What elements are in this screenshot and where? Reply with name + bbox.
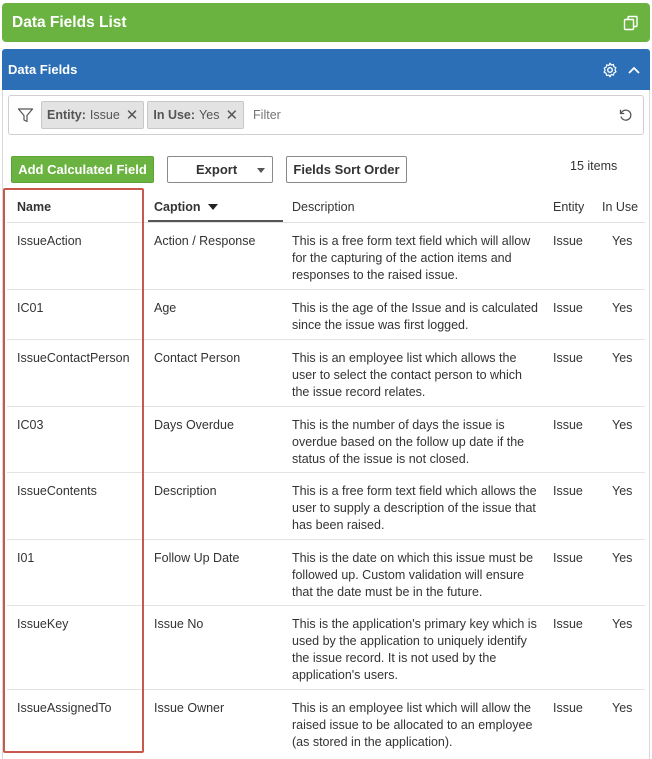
caption-cell: Days Overdue (154, 418, 234, 432)
description-cell: This is an employee list which allows th… (292, 351, 522, 399)
items-count: 15 items (570, 159, 618, 173)
caption-cell: Issue Owner (154, 701, 225, 715)
description-cell: This is a free form text field which wil… (292, 234, 531, 282)
panel-header: Data Fields (2, 49, 650, 90)
export-label: Export (196, 162, 238, 177)
description-cell: This is a free form text field which all… (292, 484, 537, 532)
table-row[interactable]: IssueContactPerson Contact Person This is … (7, 340, 645, 407)
reset-icon[interactable] (617, 106, 635, 124)
caption-cell: Age (154, 301, 177, 315)
page-title: Data Fields List (12, 13, 127, 31)
add-calculated-field-button[interactable]: Add Calculated Field (11, 156, 154, 183)
description-cell: This is the number of days the issue is … (292, 418, 525, 466)
close-icon[interactable]: ✕ (225, 108, 238, 123)
in-use-cell: Yes (612, 484, 633, 498)
column-header-name[interactable]: Name (17, 191, 51, 223)
in-use-cell: Yes (612, 551, 633, 565)
filter-icon[interactable] (17, 106, 35, 124)
description-cell: This is the date on which this issue mus… (292, 551, 534, 599)
chip-value: Yes (199, 108, 220, 122)
table-row[interactable]: I01 Follow Up Date This is the date on whi… (7, 540, 645, 606)
chip-key: Entity: (47, 108, 86, 122)
in-use-cell: Yes (612, 617, 633, 631)
copy-icon[interactable] (622, 14, 640, 32)
entity-cell: Issue (553, 351, 583, 365)
entity-cell: Issue (553, 234, 583, 248)
entity-cell: Issue (553, 551, 583, 565)
fields-sort-order-button[interactable]: Fields Sort Order (286, 156, 407, 183)
table-row[interactable]: IC03 Days Overdue This is the number of da… (7, 407, 645, 473)
caption-cell: Issue No (154, 617, 204, 631)
column-header-description[interactable]: Description (292, 191, 355, 223)
column-header-entity[interactable]: Entity (553, 191, 584, 223)
table-row[interactable]: IssueAction Action / Response This is a fr… (7, 223, 645, 290)
table-row[interactable]: IssueKey Issue No This is the application'… (7, 606, 645, 690)
field-name-cell: I01 (17, 551, 35, 565)
field-name-cell: IssueContents (17, 484, 97, 498)
panel-title: Data Fields (8, 62, 78, 77)
description-cell: This is the age of the Issue and is calc… (292, 301, 538, 332)
entity-cell: Issue (553, 701, 583, 715)
gear-icon[interactable] (600, 60, 620, 80)
column-header-caption[interactable]: Caption (154, 191, 218, 223)
description-cell: This is the application's primary key wh… (292, 617, 537, 682)
in-use-cell: Yes (612, 301, 633, 315)
close-icon[interactable]: ✕ (126, 108, 139, 123)
field-name-cell: IC01 (17, 301, 44, 315)
chip-key: In Use: (153, 108, 196, 122)
column-header-in-use[interactable]: In Use (602, 191, 638, 223)
sort-desc-icon (207, 204, 218, 210)
table-row[interactable]: IssueContents Description This is a free f… (7, 473, 645, 540)
in-use-cell: Yes (612, 701, 633, 715)
filter-input[interactable] (251, 107, 617, 123)
filter-chip-entity: Entity: Issue ✕ (41, 101, 145, 129)
filter-chip-in-use: In Use: Yes ✕ (147, 101, 245, 129)
field-name-cell: IssueAction (17, 234, 82, 248)
field-name-cell: IssueKey (17, 617, 69, 631)
field-name-cell: IC03 (17, 418, 44, 432)
in-use-cell: Yes (612, 351, 633, 365)
sorted-column-indicator (148, 220, 283, 222)
caption-cell: Action / Response (154, 234, 256, 248)
caption-cell: Description (154, 484, 217, 498)
in-use-cell: Yes (612, 234, 633, 248)
caption-cell: Follow Up Date (154, 551, 240, 565)
filter-bar: Entity: Issue ✕ In Use: Yes ✕ (8, 95, 644, 135)
chip-value: Issue (89, 108, 120, 122)
page-header: Data Fields List (2, 3, 650, 42)
entity-cell: Issue (553, 301, 583, 315)
caret-down-icon (257, 168, 265, 173)
chevron-up-icon[interactable] (624, 60, 644, 80)
field-name-cell: IssueAssignedTo (17, 701, 112, 715)
table-row[interactable]: IC01 Age This is the age of the Issue and … (7, 290, 645, 340)
entity-cell: Issue (553, 418, 583, 432)
field-name-cell: IssueContactPerson (17, 351, 130, 365)
entity-cell: Issue (553, 484, 583, 498)
in-use-cell: Yes (612, 418, 633, 432)
caption-cell: Contact Person (154, 351, 241, 365)
table-row[interactable]: IssueAssignedTo Issue Owner This is an emp… (7, 690, 645, 757)
export-button[interactable]: Export (167, 156, 273, 183)
description-cell: This is an employee list which will allo… (292, 701, 533, 749)
entity-cell: Issue (553, 617, 583, 631)
